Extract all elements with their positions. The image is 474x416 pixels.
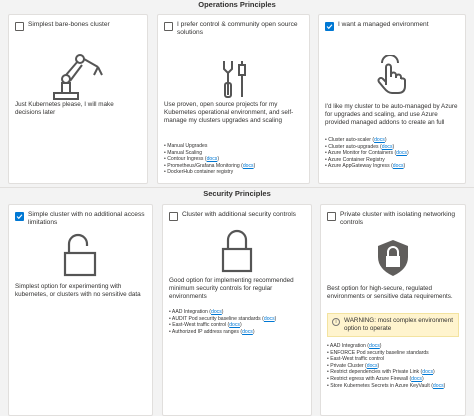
docs-link[interactable]: docs: [393, 163, 404, 169]
sec-card-controls-title: Cluster with additional security control…: [182, 211, 296, 218]
list-item: Azure Monitor for Containers (docs): [325, 150, 461, 157]
list-item: Restrict egress with Azure Firewall (doc…: [327, 376, 461, 383]
docs-link[interactable]: docs: [242, 329, 253, 335]
sec-card-simple-title: Simple cluster with no additional access…: [28, 211, 145, 226]
robot-arm-icon: [9, 53, 147, 101]
sec-card-controls-list: AAD Integration (docs) AUDIT Pod securit…: [169, 309, 307, 335]
sec-card-private-title: Private cluster with isolating networkin…: [340, 211, 456, 226]
ops-card-control-title: I prefer control & community open source…: [177, 21, 298, 36]
list-item: East-West traffic control: [327, 356, 461, 363]
checkmark-icon: [16, 214, 23, 220]
ops-card-simplest-description: Just Kubernetes please, I will make deci…: [15, 101, 114, 116]
docs-link[interactable]: docs: [396, 150, 407, 156]
list-item: Restrict dependencies with Private Link …: [327, 369, 461, 376]
list-item: DockerHub container registry: [164, 169, 305, 176]
sec-card-simple[interactable]: Simple cluster with no additional access…: [8, 204, 153, 416]
ops-card-control-list: Manual Upgrades Manual Scaling Contour I…: [164, 143, 305, 176]
docs-link[interactable]: docs: [243, 163, 254, 169]
list-item: Prometheus/Grafana Monitoring (docs): [164, 163, 305, 170]
list-item: Contour Ingress (docs): [164, 156, 305, 163]
list-item: Authorized IP address ranges (docs): [169, 329, 307, 336]
sec-card-simple-description: Simplest option for experimenting with k…: [15, 283, 141, 298]
info-icon: i: [332, 318, 340, 326]
section-divider: [0, 187, 474, 188]
sec-card-controls-checkbox[interactable]: [169, 212, 178, 221]
list-item: Azure AppGateway Ingress (docs): [325, 163, 461, 170]
docs-link[interactable]: docs: [369, 343, 380, 349]
security-heading: Security Principles: [203, 189, 271, 198]
sec-card-private-list: AAD Integration (docs) ENFORCE Pod secur…: [327, 343, 461, 389]
sec-card-controls[interactable]: Cluster with additional security control…: [162, 204, 312, 416]
list-item: Cluster auto-scaler (docs): [325, 137, 461, 144]
docs-link[interactable]: docs: [264, 316, 275, 322]
docs-link[interactable]: docs: [411, 376, 422, 382]
list-item: Private Cluster (docs): [327, 363, 461, 370]
ops-card-managed-title: I want a managed environment: [338, 21, 429, 28]
warning-banner: i WARNING: most complex environment opti…: [327, 313, 459, 337]
docs-link[interactable]: docs: [207, 156, 218, 162]
operations-heading: Operations Principles: [198, 0, 276, 9]
ops-card-control-checkbox[interactable]: [164, 22, 173, 31]
unlocked-padlock-icon: [9, 233, 152, 277]
sec-card-controls-description: Good option for implementing recommended…: [169, 277, 294, 300]
ops-card-managed-list: Cluster auto-scaler (docs) Cluster auto-…: [325, 137, 461, 170]
sec-card-simple-checkbox[interactable]: [15, 212, 24, 221]
ops-card-managed-checkbox[interactable]: [325, 22, 334, 31]
list-item: AAD Integration (docs): [169, 309, 307, 316]
docs-link[interactable]: docs: [229, 322, 240, 328]
ops-card-managed-description: I'd like my cluster to be auto-managed b…: [325, 103, 458, 126]
docs-link[interactable]: docs: [422, 369, 433, 375]
list-item: AUDIT Pod security baseline standards (d…: [169, 316, 307, 323]
sec-card-private-checkbox[interactable]: [327, 212, 336, 221]
list-item: Store Kubernetes Secrets in Azure KeyVau…: [327, 383, 461, 390]
shield-lock-icon: [321, 239, 465, 277]
docs-link[interactable]: docs: [374, 137, 385, 143]
ops-card-control-description: Use proven, open source projects for my …: [164, 101, 294, 124]
checkmark-icon: [326, 24, 333, 30]
list-item: East-West traffic control (docs): [169, 322, 307, 329]
locked-padlock-icon: [163, 229, 311, 273]
list-item: Azure Container Registry: [325, 157, 461, 164]
warning-text: WARNING: most complex environment option…: [344, 317, 453, 332]
tools-icon: [158, 59, 309, 99]
list-item: ENFORCE Pod security baseline standards: [327, 350, 461, 357]
list-item: Manual Upgrades: [164, 143, 305, 150]
ops-card-managed[interactable]: I want a managed environment I'd like my…: [318, 14, 466, 184]
list-item: Cluster auto-upgrades (docs): [325, 144, 461, 151]
ops-card-simplest[interactable]: Simplest bare-bones cluster Just Kuberne…: [8, 14, 148, 184]
sec-card-private[interactable]: Private cluster with isolating networkin…: [320, 204, 466, 416]
list-item: Manual Scaling: [164, 150, 305, 157]
docs-link[interactable]: docs: [382, 144, 393, 150]
sec-card-private-description: Best option for high-secure, regulated e…: [327, 285, 453, 300]
ops-card-simplest-title: Simplest bare-bones cluster: [28, 21, 110, 28]
ops-card-control[interactable]: I prefer control & community open source…: [157, 14, 310, 184]
docs-link[interactable]: docs: [367, 363, 378, 369]
docs-link[interactable]: docs: [433, 383, 444, 389]
ops-card-simplest-checkbox[interactable]: [15, 22, 24, 31]
list-item: AAD Integration (docs): [327, 343, 461, 350]
hand-pointer-icon: [319, 55, 465, 95]
docs-link[interactable]: docs: [211, 309, 222, 315]
